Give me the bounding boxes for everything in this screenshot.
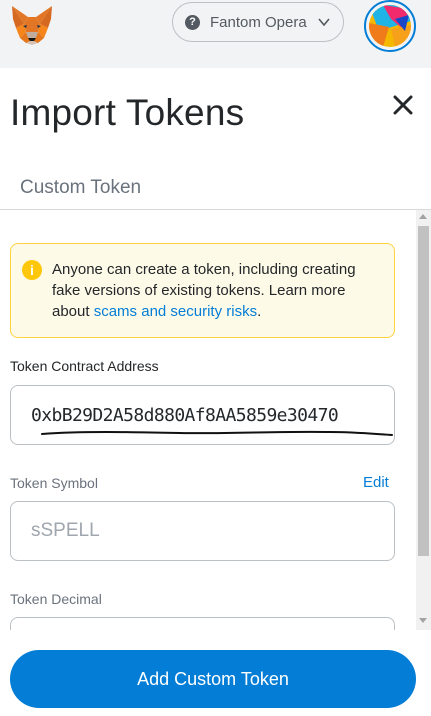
tab-divider [0,209,431,210]
token-symbol-input[interactable] [31,502,375,560]
network-label: Fantom Opera [210,13,307,31]
page-title: Import Tokens [10,92,245,133]
token-symbol-field[interactable] [10,501,395,561]
contract-address-label: Token Contract Address [10,358,159,374]
scroll-up-arrow-icon[interactable] [419,214,427,219]
account-avatar-icon [369,5,411,47]
chevron-down-icon [318,18,330,27]
warning-text: Anyone can create a token, including cre… [52,261,356,320]
network-selector[interactable]: ? Fantom Opera [172,2,344,42]
info-warning-icon: i [22,260,42,280]
handwritten-underline [41,430,393,436]
scam-warning-banner: i Anyone can create a token, including c… [10,243,395,338]
scroll-down-arrow-icon[interactable] [419,618,427,623]
question-circle-icon: ? [185,14,200,30]
scrollbar-thumb[interactable] [418,226,429,556]
metamask-fox-icon[interactable] [10,4,54,46]
edit-symbol-link[interactable]: Edit [363,474,389,491]
account-menu-button[interactable] [364,0,416,52]
add-custom-token-button[interactable]: Add Custom Token [10,650,416,708]
scams-security-link[interactable]: scams and security risks [94,303,257,320]
footer: Add Custom Token [0,630,431,716]
close-icon[interactable] [391,93,415,117]
token-decimal-label: Token Decimal [10,591,102,607]
app-header: ? Fantom Opera [0,0,431,68]
tab-custom-token[interactable]: Custom Token [20,177,141,199]
scrollbar[interactable] [416,210,431,630]
token-symbol-label: Token Symbol [10,475,98,491]
